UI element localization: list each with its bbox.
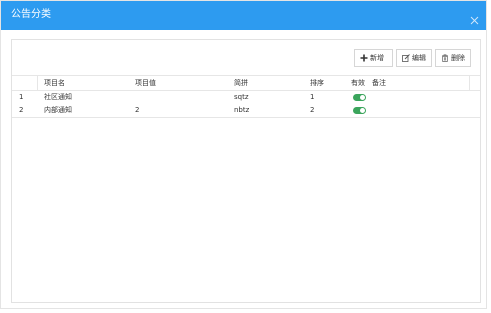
dialog: 公告分类 新增 编辑 删除 项目名 项目值 简拼 排序 有效 备注 1 社区通知…	[0, 0, 487, 309]
content-panel: 新增 编辑 删除 项目名 项目值 简拼 排序 有效 备注 1 社区通知 sqtz…	[11, 39, 481, 303]
edit-icon	[402, 54, 410, 62]
close-icon[interactable]	[470, 10, 479, 25]
row-abbr: sqtz	[234, 93, 249, 101]
row-name: 内部通知	[44, 106, 72, 114]
row-order: 1	[310, 93, 315, 101]
table-header: 项目名 项目值 简拼 排序 有效 备注	[12, 75, 480, 91]
toolbar: 新增 编辑 删除	[354, 49, 471, 67]
row-order: 2	[310, 106, 315, 114]
plus-icon	[360, 54, 368, 62]
add-button[interactable]: 新增	[354, 49, 393, 67]
edit-button[interactable]: 编辑	[396, 49, 432, 67]
row-name: 社区通知	[44, 93, 72, 101]
data-table: 项目名 项目值 简拼 排序 有效 备注 1 社区通知 sqtz 1 2 内部通知	[12, 75, 480, 118]
trash-icon	[441, 54, 449, 62]
delete-button-label: 删除	[451, 54, 465, 62]
row-index: 1	[19, 93, 24, 101]
column-header-value[interactable]: 项目值	[135, 76, 156, 90]
column-divider	[37, 76, 38, 90]
valid-toggle[interactable]	[353, 94, 366, 101]
row-abbr: nbtz	[234, 106, 250, 114]
column-header-name[interactable]: 项目名	[44, 76, 65, 90]
row-index: 2	[19, 106, 24, 114]
toggle-knob	[360, 95, 365, 100]
toggle-knob	[360, 108, 365, 113]
column-header-valid[interactable]: 有效	[351, 76, 365, 90]
valid-toggle[interactable]	[353, 107, 366, 114]
delete-button[interactable]: 删除	[435, 49, 471, 67]
edit-button-label: 编辑	[412, 54, 426, 62]
row-value: 2	[135, 106, 140, 114]
column-header-abbr[interactable]: 简拼	[234, 76, 248, 90]
table-row[interactable]: 1 社区通知 sqtz 1	[12, 91, 480, 104]
column-header-order[interactable]: 排序	[310, 76, 324, 90]
table-row[interactable]: 2 内部通知 2 nbtz 2	[12, 104, 480, 118]
add-button-label: 新增	[370, 54, 384, 62]
column-header-note[interactable]: 备注	[372, 76, 386, 90]
dialog-title: 公告分类	[11, 9, 51, 20]
column-divider	[469, 76, 470, 90]
dialog-titlebar: 公告分类	[1, 1, 486, 30]
